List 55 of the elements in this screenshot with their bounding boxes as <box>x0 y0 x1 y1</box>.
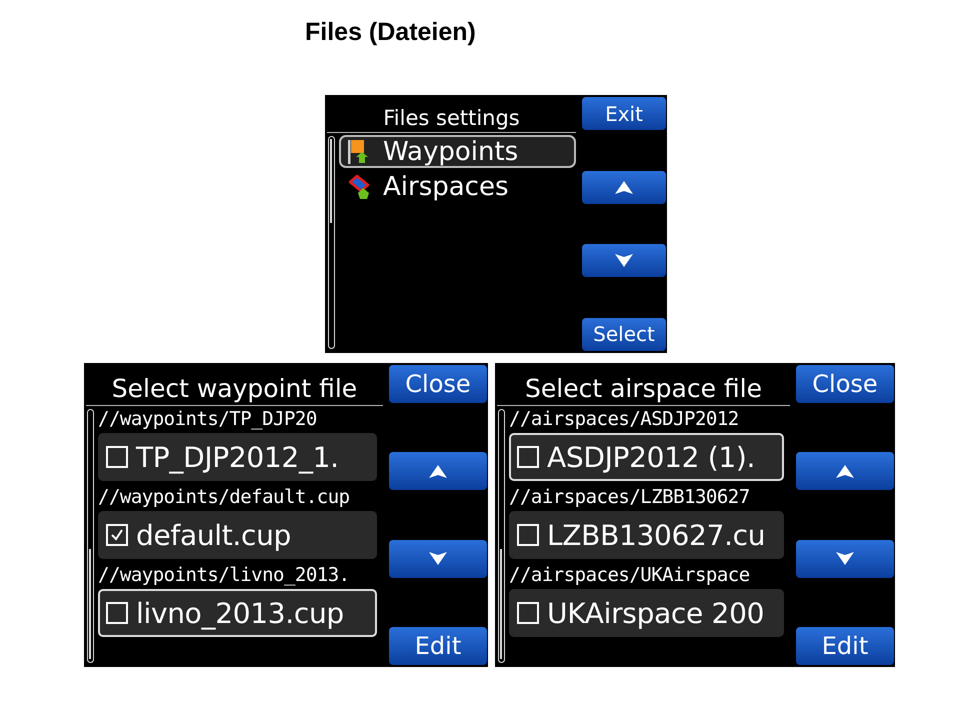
file-path: //airspaces/ASDJP2012 <box>509 407 739 432</box>
file-name: default.cup <box>136 518 292 552</box>
scroll-bar[interactable] <box>328 136 335 349</box>
down-arrow-icon <box>836 552 854 566</box>
file-path: //waypoints/livno_2013. <box>98 563 350 588</box>
scroll-bar[interactable] <box>87 409 94 663</box>
checkbox[interactable] <box>106 524 128 546</box>
screen-button[interactable]: Close <box>796 365 894 403</box>
file-item[interactable]: default.cup <box>98 511 377 559</box>
screen-button[interactable]: Edit <box>389 626 487 665</box>
file-name: LZBB130627.cu <box>547 518 766 552</box>
up-arrow-icon <box>836 464 854 478</box>
checkbox[interactable] <box>517 602 539 624</box>
item-label: Waypoints <box>383 136 518 166</box>
scroll-down-button[interactable] <box>796 540 894 578</box>
screen-button[interactable]: Edit <box>796 626 894 665</box>
airspace-icon <box>347 174 371 200</box>
file-item[interactable]: livno_2013.cup <box>98 589 377 637</box>
checkbox[interactable] <box>106 602 128 624</box>
menu-item[interactable]: Waypoints <box>339 135 576 168</box>
menu-item[interactable]: Airspaces <box>339 170 576 203</box>
down-arrow-icon <box>429 552 447 566</box>
scroll-bar[interactable] <box>498 409 505 663</box>
screen-button[interactable]: Exit <box>582 97 666 130</box>
checkbox[interactable] <box>517 524 539 546</box>
screen-title: Files settings <box>383 106 520 132</box>
screen-title: Select waypoint file <box>112 374 358 405</box>
screen-title: Select airspace file <box>525 374 762 405</box>
file-item[interactable]: TP_DJP2012_1. <box>98 433 377 481</box>
checkmark-icon <box>110 528 124 542</box>
scroll-up-button[interactable] <box>389 452 487 490</box>
scroll-up-button[interactable] <box>796 452 894 490</box>
file-path: //airspaces/LZBB130627 <box>509 485 750 510</box>
page-heading: Files (Dateien) <box>305 18 476 47</box>
file-name: TP_DJP2012_1. <box>136 440 339 474</box>
checkbox[interactable] <box>106 446 128 468</box>
file-item[interactable]: UKAirspace 200 <box>509 589 784 637</box>
scroll-down-button[interactable] <box>389 540 487 578</box>
file-item[interactable]: LZBB130627.cu <box>509 511 784 559</box>
file-name: ASDJP2012 (1). <box>547 440 756 474</box>
screen-button[interactable]: Close <box>389 365 487 403</box>
checkbox[interactable] <box>517 446 539 468</box>
file-name: livno_2013.cup <box>136 596 344 630</box>
up-arrow-icon <box>615 180 633 194</box>
file-path: //airspaces/UKAirspace <box>509 563 750 588</box>
scroll-down-button[interactable] <box>582 244 666 278</box>
file-path: //waypoints/TP_DJP20 <box>98 407 317 432</box>
item-label: Airspaces <box>383 172 509 202</box>
file-name: UKAirspace 200 <box>547 596 764 630</box>
up-arrow-icon <box>429 464 447 478</box>
file-path: //waypoints/default.cup <box>98 485 350 510</box>
down-arrow-icon <box>615 254 633 268</box>
scroll-up-button[interactable] <box>582 170 666 204</box>
screen-button[interactable]: Select <box>582 318 666 351</box>
file-item[interactable]: ASDJP2012 (1). <box>509 433 784 481</box>
